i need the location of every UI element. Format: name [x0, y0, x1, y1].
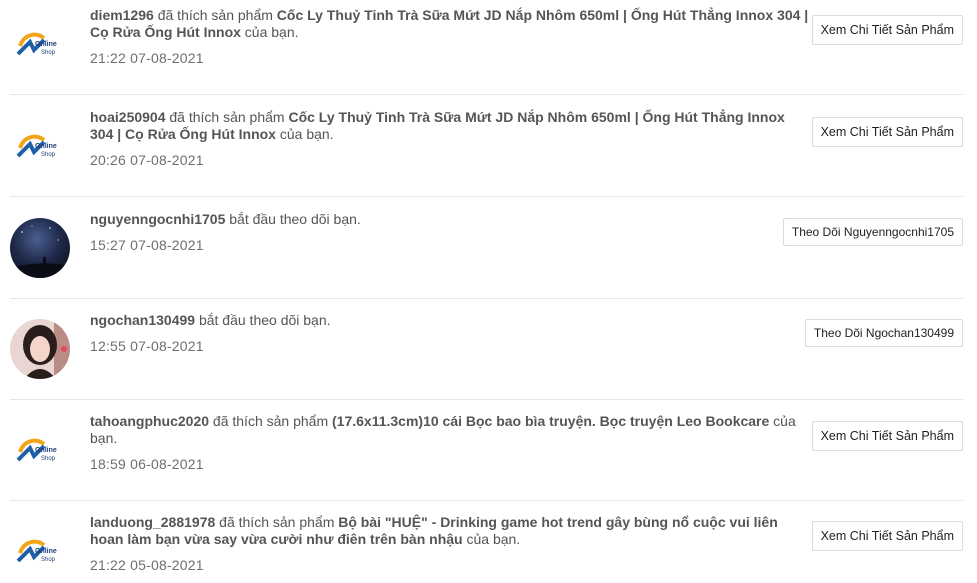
username-link[interactable]: hoai250904 — [90, 109, 166, 125]
username-link[interactable]: tahoangphuc2020 — [90, 413, 209, 429]
notification-message: nguyenngocnhi1705 bắt đầu theo dõi bạn. — [90, 211, 810, 228]
view-product-button[interactable]: Xem Chi Tiết Sản Phẩm — [811, 117, 963, 147]
notification-message: hoai250904 đã thích sản phẩm Cốc Ly Thuỷ… — [90, 109, 810, 143]
shop-logo-avatar: Online Shop — [10, 420, 70, 480]
svg-text:Online: Online — [35, 447, 57, 454]
notification-body: diem1296 đã thích sản phẩm Cốc Ly Thuỷ T… — [90, 7, 810, 67]
timestamp: 20:26 07-08-2021 — [90, 152, 204, 168]
username-link[interactable]: landuong_2881978 — [90, 514, 215, 530]
notification-item[interactable]: Online Shop tahoangphuc2020 đã thích sản… — [10, 399, 963, 501]
username-link[interactable]: diem1296 — [90, 7, 154, 23]
notification-item[interactable]: Online Shop hoai250904 đã thích sản phẩm… — [10, 95, 963, 197]
view-product-button[interactable]: Xem Chi Tiết Sản Phẩm — [811, 15, 963, 45]
night-sky-avatar-icon — [10, 218, 70, 278]
notification-message: tahoangphuc2020 đã thích sản phẩm (17.6x… — [90, 413, 810, 447]
notification-body: landuong_2881978 đã thích sản phẩm Bộ bà… — [90, 514, 810, 574]
notification-message: ngochan130499 bắt đầu theo dõi bạn. — [90, 312, 810, 329]
svg-text:Online: Online — [35, 548, 57, 555]
user-avatar[interactable] — [10, 218, 70, 278]
timestamp: 18:59 06-08-2021 — [90, 456, 204, 472]
notification-body: ngochan130499 bắt đầu theo dõi bạn. 12:5… — [90, 312, 810, 355]
notification-list: Online Shop diem1296 đã thích sản phẩm C… — [0, 0, 977, 583]
notification-item[interactable]: Online Shop diem1296 đã thích sản phẩm C… — [10, 0, 963, 95]
notification-body: tahoangphuc2020 đã thích sản phẩm (17.6x… — [90, 413, 810, 473]
online-shop-logo-icon: Online Shop — [16, 438, 57, 462]
notification-body: hoai250904 đã thích sản phẩm Cốc Ly Thuỷ… — [90, 109, 810, 169]
action-text: đã thích sản phẩm — [157, 7, 273, 23]
suffix-text: của bạn. — [279, 126, 334, 142]
online-shop-logo-icon: Online Shop — [16, 134, 57, 158]
notification-item[interactable]: Online Shop landuong_2881978 đã thích sả… — [10, 500, 963, 583]
notification-message: diem1296 đã thích sản phẩm Cốc Ly Thuỷ T… — [90, 7, 810, 41]
follow-back-button[interactable]: Theo Dõi Nguyenngocnhi1705 — [782, 218, 963, 246]
online-shop-logo-icon: Online Shop — [16, 32, 57, 56]
timestamp: 15:27 07-08-2021 — [90, 237, 204, 253]
svg-text:Online: Online — [35, 143, 57, 150]
follow-back-button[interactable]: Theo Dõi Ngochan130499 — [804, 319, 963, 347]
notification-message: landuong_2881978 đã thích sản phẩm Bộ bà… — [90, 514, 810, 548]
svg-text:Shop: Shop — [41, 152, 56, 158]
user-avatar[interactable] — [10, 319, 70, 379]
suffix-text: của bạn. — [244, 24, 299, 40]
timestamp: 12:55 07-08-2021 — [90, 338, 204, 354]
action-text: bắt đầu theo dõi bạn. — [229, 211, 361, 227]
shop-logo-avatar: Online Shop — [10, 521, 70, 581]
view-product-button[interactable]: Xem Chi Tiết Sản Phẩm — [811, 421, 963, 451]
action-text: bắt đầu theo dõi bạn. — [198, 312, 331, 328]
svg-text:Online: Online — [35, 41, 57, 48]
svg-text:Shop: Shop — [41, 50, 56, 56]
profile-photo-avatar-icon — [10, 319, 70, 379]
svg-text:Shop: Shop — [41, 557, 56, 563]
timestamp: 21:22 07-08-2021 — [90, 50, 204, 66]
notification-item[interactable]: nguyenngocnhi1705 bắt đầu theo dõi bạn. … — [10, 197, 963, 299]
shop-logo-avatar: Online Shop — [10, 116, 70, 176]
username-link[interactable]: ngochan130499 — [90, 312, 195, 328]
online-shop-logo-icon: Online Shop — [16, 539, 57, 563]
action-text: đã thích sản phẩm — [169, 109, 285, 125]
view-product-button[interactable]: Xem Chi Tiết Sản Phẩm — [811, 521, 963, 551]
username-link[interactable]: nguyenngocnhi1705 — [90, 211, 225, 227]
action-text: đã thích sản phẩm — [212, 413, 329, 429]
timestamp: 21:22 05-08-2021 — [90, 557, 204, 573]
notification-body: nguyenngocnhi1705 bắt đầu theo dõi bạn. … — [90, 211, 810, 254]
product-name-link[interactable]: (17.6x11.3cm)10 cái Bọc bao bìa truyện. … — [332, 413, 769, 429]
action-text: đã thích sản phẩm — [219, 514, 335, 530]
suffix-text: của bạn. — [466, 531, 521, 547]
notification-item[interactable]: ngochan130499 bắt đầu theo dõi bạn. 12:5… — [10, 298, 963, 400]
shop-logo-avatar: Online Shop — [10, 14, 70, 74]
svg-text:Shop: Shop — [41, 456, 56, 462]
